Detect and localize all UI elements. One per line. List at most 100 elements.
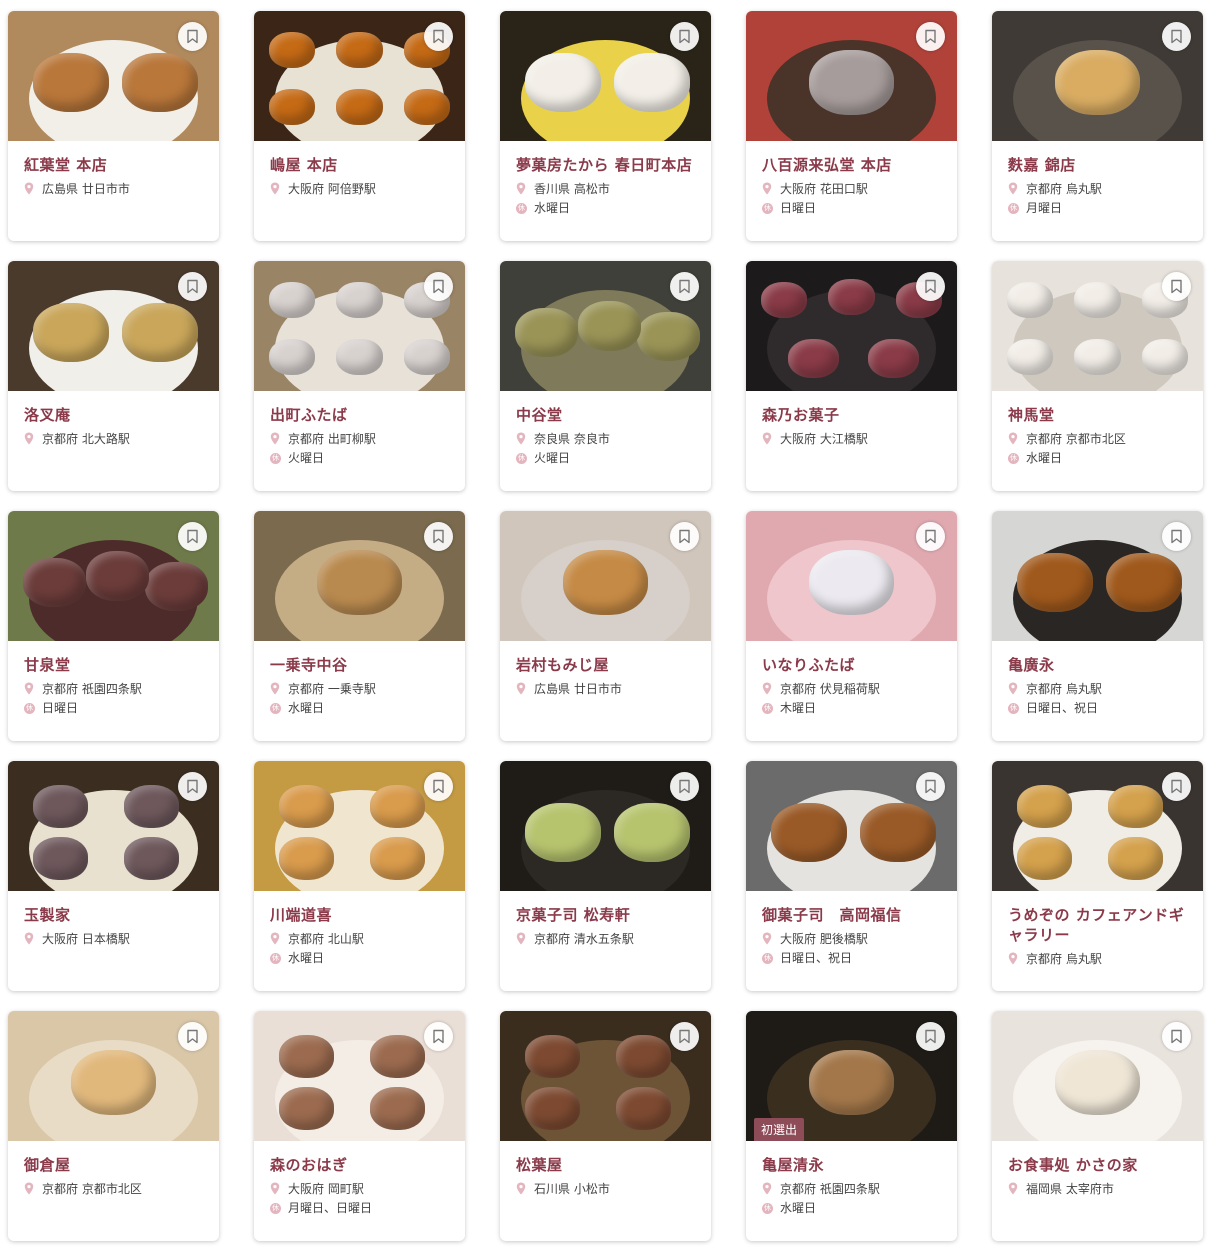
shop-card-22[interactable]: 森のおはぎ 大阪府 岡町駅 休 月曜日、日曜日 bbox=[254, 1011, 465, 1241]
bookmark-button[interactable] bbox=[670, 22, 699, 51]
shop-photo[interactable] bbox=[500, 1011, 711, 1141]
shop-photo[interactable] bbox=[992, 511, 1203, 641]
shop-name[interactable]: 京菓子司 松寿軒 bbox=[516, 905, 695, 925]
shop-card-7[interactable]: 出町ふたば 京都府 出町柳駅 休 火曜日 bbox=[254, 261, 465, 491]
bookmark-button[interactable] bbox=[1162, 22, 1191, 51]
shop-name[interactable]: 洛叉庵 bbox=[24, 405, 203, 425]
bookmark-button[interactable] bbox=[424, 22, 453, 51]
shop-name[interactable]: 亀廣永 bbox=[1008, 655, 1187, 675]
shop-name[interactable]: 岩村もみじ屋 bbox=[516, 655, 695, 675]
shop-photo[interactable] bbox=[992, 11, 1203, 141]
bookmark-button[interactable] bbox=[1162, 522, 1191, 551]
bookmark-button[interactable] bbox=[1162, 272, 1191, 301]
shop-photo[interactable] bbox=[746, 261, 957, 391]
shop-name[interactable]: 八百源来弘堂 本店 bbox=[762, 155, 941, 175]
bookmark-button[interactable] bbox=[916, 22, 945, 51]
shop-card-10[interactable]: 神馬堂 京都府 京都市北区 休 水曜日 bbox=[992, 261, 1203, 491]
shop-name[interactable]: 神馬堂 bbox=[1008, 405, 1187, 425]
shop-photo[interactable] bbox=[500, 261, 711, 391]
shop-card-12[interactable]: 一乗寺中谷 京都府 一乗寺駅 休 水曜日 bbox=[254, 511, 465, 741]
bookmark-button[interactable] bbox=[178, 1022, 207, 1051]
bookmark-button[interactable] bbox=[916, 1022, 945, 1051]
bookmark-button[interactable] bbox=[178, 22, 207, 51]
shop-photo[interactable] bbox=[8, 511, 219, 641]
shop-photo[interactable] bbox=[992, 261, 1203, 391]
shop-photo[interactable] bbox=[500, 11, 711, 141]
shop-card-4[interactable]: 八百源来弘堂 本店 大阪府 花田口駅 休 日曜日 bbox=[746, 11, 957, 241]
shop-name[interactable]: 中谷堂 bbox=[516, 405, 695, 425]
shop-photo[interactable] bbox=[746, 761, 957, 891]
bookmark-button[interactable] bbox=[1162, 772, 1191, 801]
bookmark-button[interactable] bbox=[670, 272, 699, 301]
shop-card-20[interactable]: うめぞの カフェアンドギャラリー 京都府 烏丸駅 bbox=[992, 761, 1203, 991]
shop-name[interactable]: 森のおはぎ bbox=[270, 1155, 449, 1175]
shop-photo[interactable] bbox=[8, 261, 219, 391]
shop-card-9[interactable]: 森乃お菓子 大阪府 大江橋駅 bbox=[746, 261, 957, 491]
shop-name[interactable]: 御倉屋 bbox=[24, 1155, 203, 1175]
shop-name[interactable]: 玉製家 bbox=[24, 905, 203, 925]
shop-name[interactable]: 松葉屋 bbox=[516, 1155, 695, 1175]
shop-photo[interactable] bbox=[500, 761, 711, 891]
shop-photo[interactable] bbox=[8, 761, 219, 891]
shop-photo[interactable] bbox=[254, 511, 465, 641]
bookmark-button[interactable] bbox=[178, 772, 207, 801]
shop-name[interactable]: 出町ふたば bbox=[270, 405, 449, 425]
bookmark-button[interactable] bbox=[916, 772, 945, 801]
shop-name[interactable]: 亀屋清永 bbox=[762, 1155, 941, 1175]
bookmark-button[interactable] bbox=[670, 522, 699, 551]
shop-card-2[interactable]: 嶋屋 本店 大阪府 阿倍野駅 bbox=[254, 11, 465, 241]
shop-name[interactable]: 甘泉堂 bbox=[24, 655, 203, 675]
shop-name[interactable]: 御菓子司 高岡福信 bbox=[762, 905, 941, 925]
shop-card-16[interactable]: 玉製家 大阪府 日本橋駅 bbox=[8, 761, 219, 991]
shop-card-6[interactable]: 洛叉庵 京都府 北大路駅 bbox=[8, 261, 219, 491]
shop-photo[interactable]: 初選出 bbox=[746, 1011, 957, 1141]
shop-card-18[interactable]: 京菓子司 松寿軒 京都府 清水五条駅 bbox=[500, 761, 711, 991]
shop-card-19[interactable]: 御菓子司 高岡福信 大阪府 肥後橋駅 休 日曜日、祝日 bbox=[746, 761, 957, 991]
shop-photo[interactable] bbox=[8, 11, 219, 141]
shop-photo[interactable] bbox=[254, 11, 465, 141]
bookmark-button[interactable] bbox=[424, 1022, 453, 1051]
shop-photo[interactable] bbox=[500, 511, 711, 641]
bookmark-button[interactable] bbox=[916, 522, 945, 551]
shop-photo[interactable] bbox=[746, 511, 957, 641]
bookmark-button[interactable] bbox=[424, 522, 453, 551]
shop-name[interactable]: 森乃お菓子 bbox=[762, 405, 941, 425]
bookmark-button[interactable] bbox=[670, 772, 699, 801]
shop-card-25[interactable]: お食事処 かさの家 福岡県 太宰府市 bbox=[992, 1011, 1203, 1241]
shop-photo[interactable] bbox=[992, 761, 1203, 891]
shop-photo[interactable] bbox=[746, 11, 957, 141]
shop-photo[interactable] bbox=[254, 761, 465, 891]
bookmark-button[interactable] bbox=[916, 272, 945, 301]
shop-card-5[interactable]: 麩嘉 錦店 京都府 烏丸駅 休 月曜日 bbox=[992, 11, 1203, 241]
bookmark-button[interactable] bbox=[1162, 1022, 1191, 1051]
bookmark-button[interactable] bbox=[424, 772, 453, 801]
shop-card-11[interactable]: 甘泉堂 京都府 祇園四条駅 休 日曜日 bbox=[8, 511, 219, 741]
shop-card-3[interactable]: 夢菓房たから 春日町本店 香川県 高松市 休 水曜日 bbox=[500, 11, 711, 241]
shop-card-1[interactable]: 紅葉堂 本店 広島県 廿日市市 bbox=[8, 11, 219, 241]
bookmark-button[interactable] bbox=[424, 272, 453, 301]
shop-card-23[interactable]: 松葉屋 石川県 小松市 bbox=[500, 1011, 711, 1241]
shop-name[interactable]: 一乗寺中谷 bbox=[270, 655, 449, 675]
shop-photo[interactable] bbox=[992, 1011, 1203, 1141]
shop-name[interactable]: 夢菓房たから 春日町本店 bbox=[516, 155, 695, 175]
shop-name[interactable]: お食事処 かさの家 bbox=[1008, 1155, 1187, 1175]
shop-name[interactable]: 嶋屋 本店 bbox=[270, 155, 449, 175]
shop-name[interactable]: 紅葉堂 本店 bbox=[24, 155, 203, 175]
shop-card-17[interactable]: 川端道喜 京都府 北山駅 休 水曜日 bbox=[254, 761, 465, 991]
shop-card-13[interactable]: 岩村もみじ屋 広島県 廿日市市 bbox=[500, 511, 711, 741]
shop-card-21[interactable]: 御倉屋 京都府 京都市北区 bbox=[8, 1011, 219, 1241]
shop-name[interactable]: うめぞの カフェアンドギャラリー bbox=[1008, 905, 1187, 945]
shop-card-24[interactable]: 初選出 亀屋清永 京都府 祇園四条駅 休 水曜日 bbox=[746, 1011, 957, 1241]
shop-photo[interactable] bbox=[254, 261, 465, 391]
shop-photo[interactable] bbox=[254, 1011, 465, 1141]
shop-name[interactable]: いなりふたば bbox=[762, 655, 941, 675]
shop-card-8[interactable]: 中谷堂 奈良県 奈良市 休 火曜日 bbox=[500, 261, 711, 491]
shop-card-14[interactable]: いなりふたば 京都府 伏見稲荷駅 休 木曜日 bbox=[746, 511, 957, 741]
shop-name[interactable]: 麩嘉 錦店 bbox=[1008, 155, 1187, 175]
shop-photo[interactable] bbox=[8, 1011, 219, 1141]
shop-card-15[interactable]: 亀廣永 京都府 烏丸駅 休 日曜日、祝日 bbox=[992, 511, 1203, 741]
bookmark-button[interactable] bbox=[178, 522, 207, 551]
bookmark-button[interactable] bbox=[670, 1022, 699, 1051]
bookmark-button[interactable] bbox=[178, 272, 207, 301]
shop-name[interactable]: 川端道喜 bbox=[270, 905, 449, 925]
